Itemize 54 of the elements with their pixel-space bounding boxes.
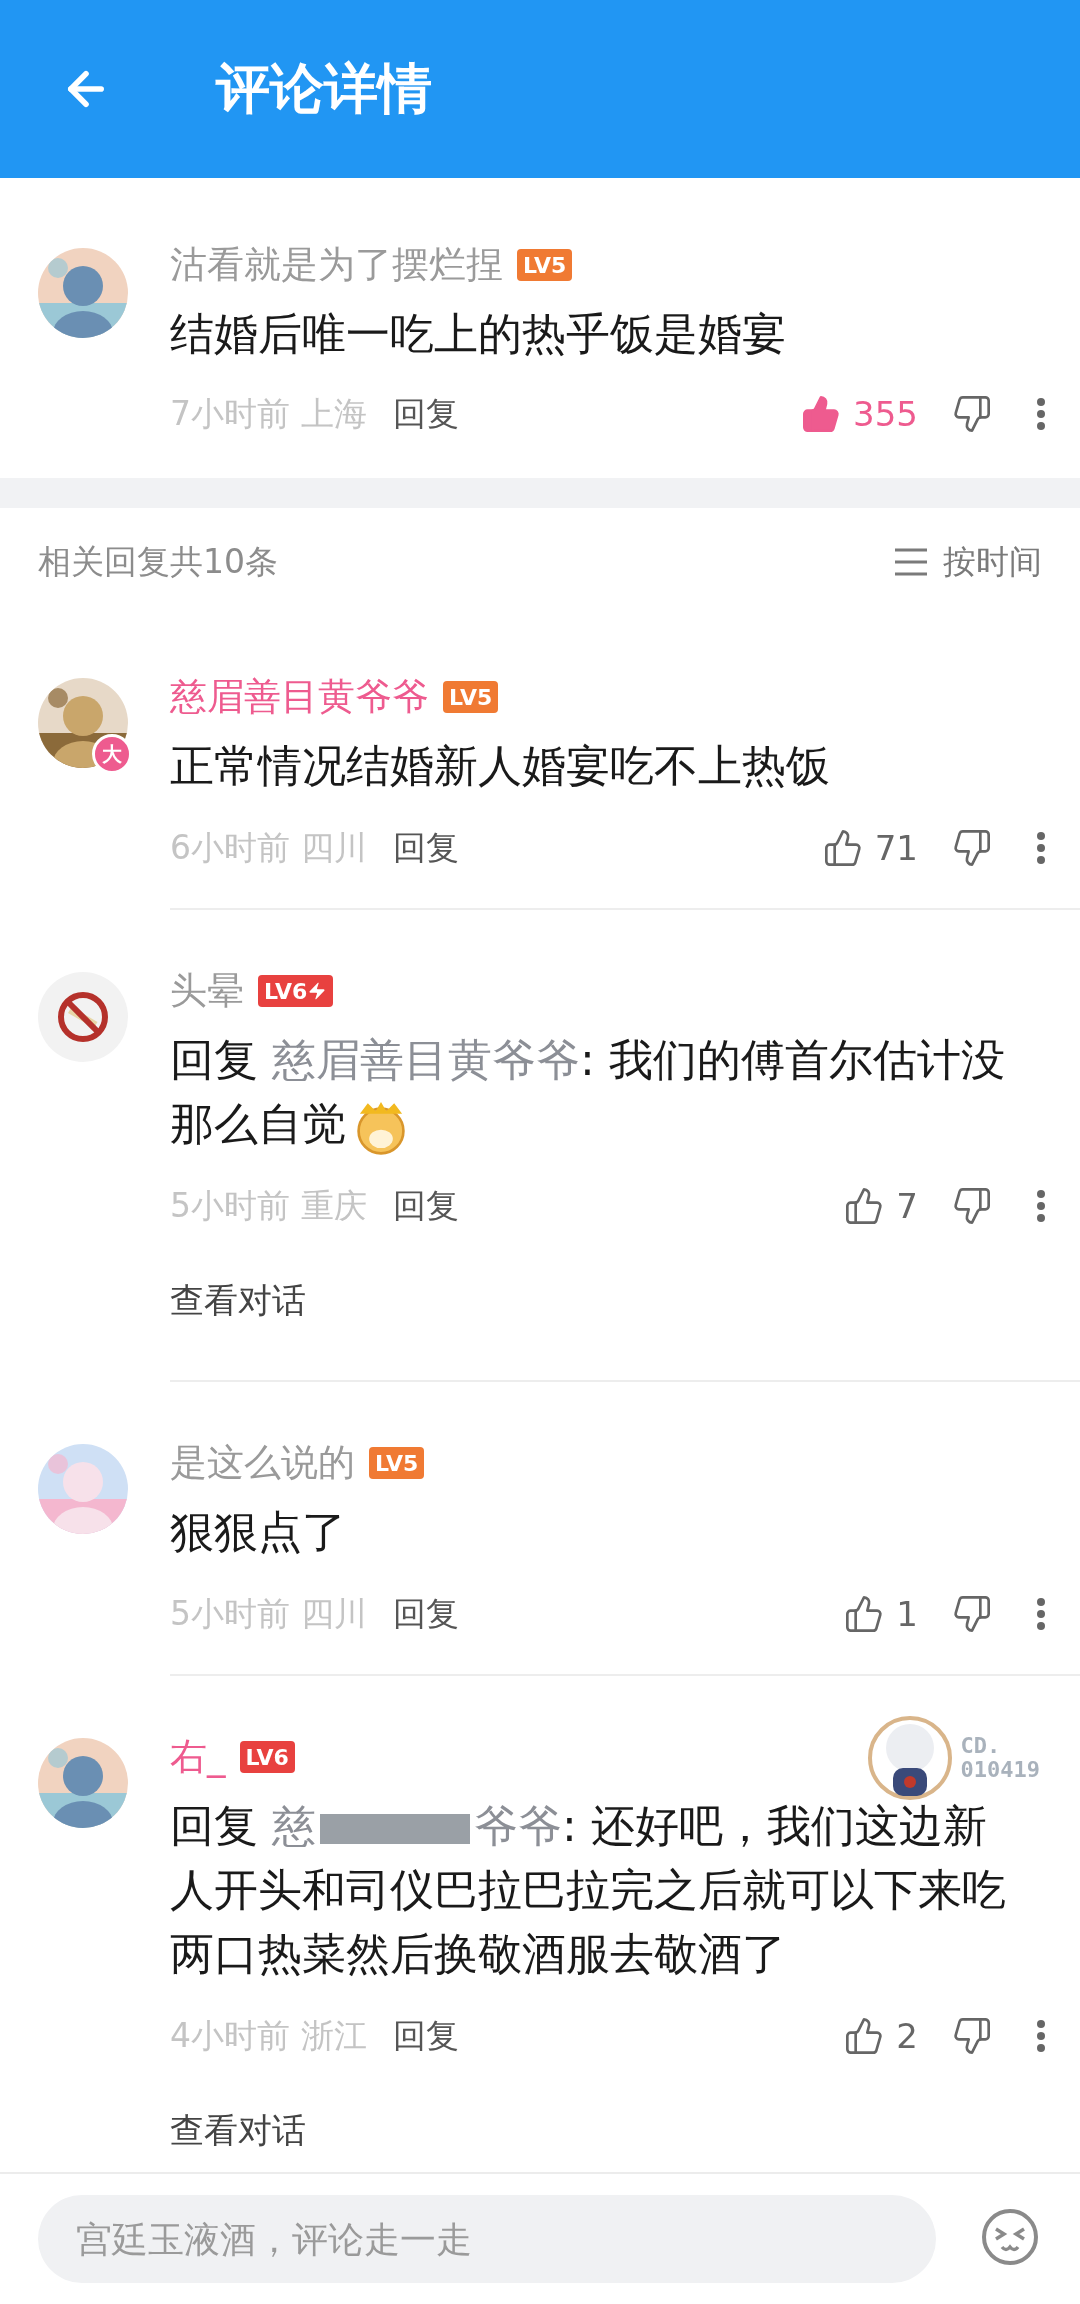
level-badge: LV6 [239, 1741, 295, 1773]
avatar-badge: 大 [92, 734, 132, 774]
more-icon[interactable] [1036, 2019, 1046, 2053]
sort-button[interactable]: 按时间 [893, 539, 1042, 585]
like-button[interactable]: 1 [844, 1594, 918, 1634]
dislike-button[interactable] [952, 2016, 992, 2056]
thumbs-up-icon[interactable] [822, 828, 863, 868]
username: 头晕 [170, 968, 244, 1014]
like-button[interactable]: 7 [844, 1186, 918, 1226]
comment-text: 结婚后唯一吃上的热乎饭是婚宴 [170, 307, 787, 361]
view-conversation-link[interactable]: 查看对话 [170, 1278, 306, 1324]
time-location: 5小时前 四川 [170, 1592, 367, 1635]
thumbs-up-icon[interactable] [801, 394, 842, 434]
level-badge: LV5 [443, 681, 499, 713]
level-badge: LV5 [517, 249, 573, 281]
level-badge: LV5 [369, 1447, 425, 1479]
reply-button[interactable]: 回复 [392, 391, 459, 437]
no-smoking-icon [38, 972, 128, 1062]
more-icon[interactable] [1036, 831, 1046, 865]
level-badge: LV6 [258, 975, 334, 1007]
dislike-button[interactable] [952, 828, 992, 868]
comment-input[interactable]: 宫廷玉液酒，评论走一走 [38, 2195, 936, 2283]
page-title: 评论详情 [216, 55, 432, 122]
reply-button[interactable]: 回复 [392, 825, 459, 871]
like-button[interactable]: 71 [822, 828, 918, 868]
comment-text: 正常情况结婚新人婚宴吃不上热饭 [170, 739, 831, 793]
time-location: 7小时前 上海 [170, 392, 367, 435]
more-icon[interactable] [1036, 1189, 1046, 1223]
dislike-button[interactable] [952, 1186, 992, 1226]
dislike-button[interactable] [952, 1594, 992, 1634]
time-location: 5小时前 重庆 [170, 1184, 367, 1227]
reply-button[interactable]: 回复 [392, 1591, 459, 1637]
more-icon[interactable] [1036, 397, 1046, 431]
time-location: 4小时前 浙江 [170, 2014, 367, 2057]
comment-text: 回复 慈眉善目黄爷爷: 我们的傅首尔估计没那么自觉 [170, 1028, 1046, 1156]
comment-text: 回复 慈 爷爷: 还好吧，我们这边新人开头和司仪巴拉巴拉完之后就可以下来吃两口热菜然后换敬酒服去敬酒了 [170, 1799, 1007, 1981]
reply-count: 相关回复共10条 [38, 540, 278, 583]
username: 沽看就是为了摆烂捏 [170, 242, 503, 288]
reply-button[interactable]: 回复 [392, 1183, 459, 1229]
view-conversation-link[interactable]: 查看对话 [170, 2108, 306, 2154]
username: 是这么说的 [170, 1440, 355, 1486]
thumbs-up-icon[interactable] [844, 1186, 885, 1226]
more-icon[interactable] [1036, 1597, 1046, 1631]
username: 慈眉善目黄爷爷 [170, 674, 429, 720]
dislike-button[interactable] [952, 394, 992, 434]
pendant-code: CD. 010419 [960, 1734, 1040, 1782]
comment-text: 狠狠点了 [170, 1505, 347, 1559]
thumbs-up-icon[interactable] [844, 2016, 885, 2056]
time-location: 6小时前 四川 [170, 826, 367, 869]
like-button[interactable]: 2 [844, 2016, 918, 2056]
thumbs-up-icon[interactable] [844, 1594, 885, 1634]
username: 右_ [170, 1734, 226, 1780]
reply-button[interactable]: 回复 [392, 2013, 459, 2059]
list-icon [893, 547, 929, 577]
